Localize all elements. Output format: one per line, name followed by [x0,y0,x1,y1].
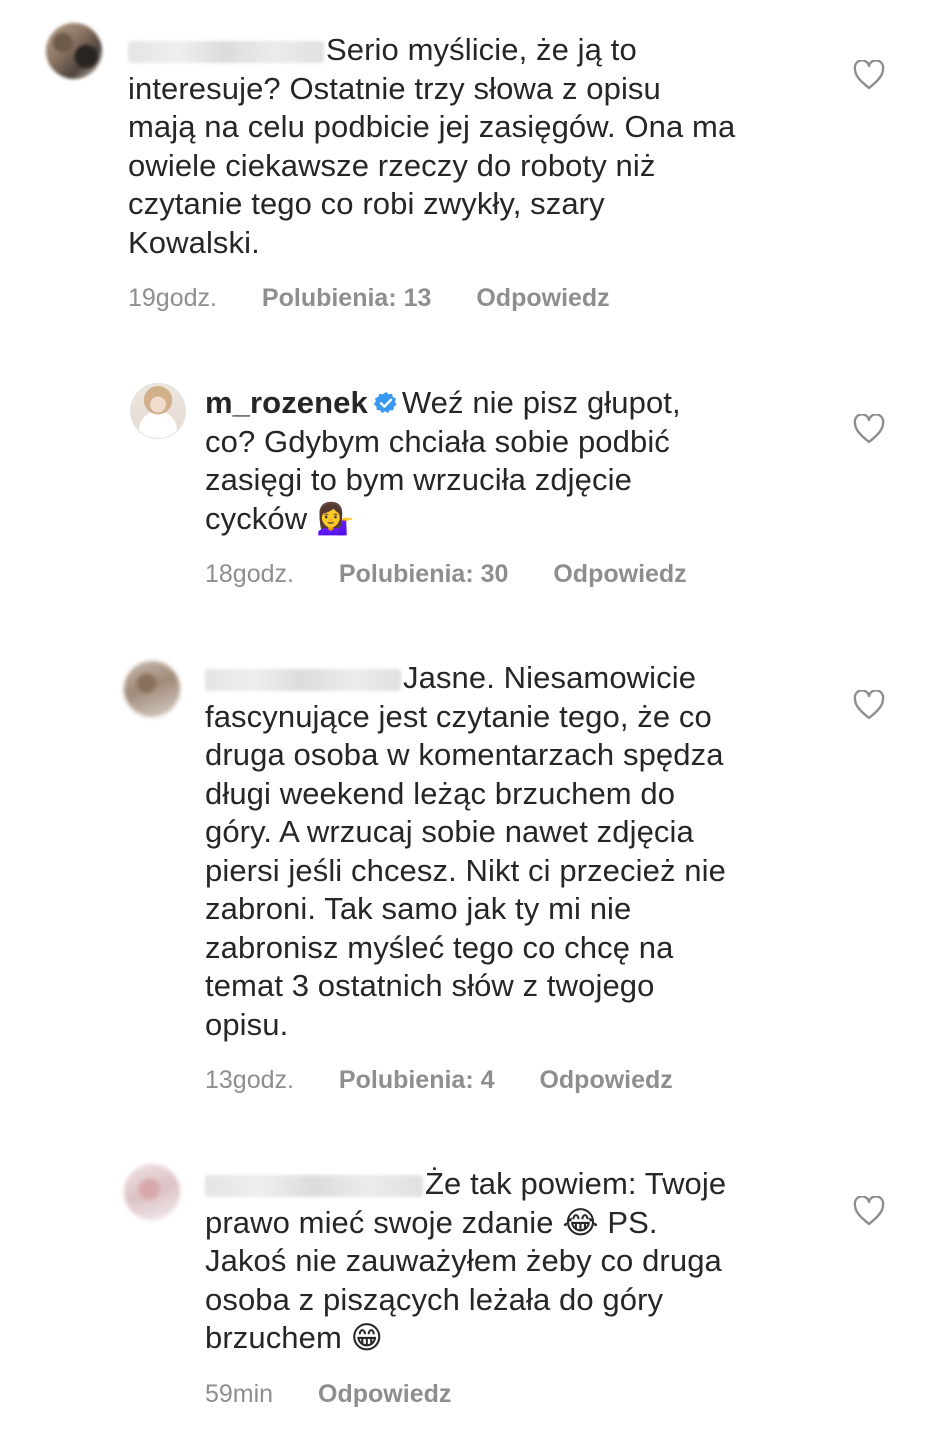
likes-count[interactable]: Polubienia: 13 [262,284,431,312]
comment-meta: 19godz. Polubienia: 13 Odpowiedz [128,284,648,313]
heart-icon[interactable] [853,1196,885,1226]
heart-icon[interactable] [853,414,885,444]
username[interactable]: m_rozenek [205,385,368,420]
comment-text: m_rozenek Weź nie pisz głupot, co? Gdybym… [205,385,681,536]
comment-text: Że tak powiem: Twoje prawo mieć swoje zd… [205,1166,727,1355]
comment-text: Serio myślicie, że ją to interesuje? Ost… [128,32,736,260]
comment-meta: 18godz. Polubienia: 30 Odpowiedz [205,560,725,589]
comment-text: Jasne. Niesamowicie fascynujące jest czy… [205,660,726,1042]
comment-time: 19godz. [128,284,217,312]
likes-count[interactable]: Polubienia: 4 [339,1066,495,1094]
avatar[interactable] [46,23,102,79]
reply-button[interactable]: Odpowiedz [553,560,686,588]
blurred-username[interactable] [205,668,401,691]
heart-icon[interactable] [853,60,885,90]
reply-button[interactable]: Odpowiedz [318,1380,451,1408]
comment-time: 18godz. [205,560,294,588]
comment-time: 13godz. [205,1066,294,1094]
heart-icon[interactable] [853,690,885,720]
blurred-username[interactable] [205,1174,423,1197]
comment-meta: 59min Odpowiedz [205,1380,489,1409]
reply-button[interactable]: Odpowiedz [539,1066,672,1094]
comment-meta: 13godz. Polubienia: 4 Odpowiedz [205,1066,711,1095]
avatar[interactable] [130,383,186,439]
comment-time: 59min [205,1380,274,1408]
blurred-username[interactable] [128,40,324,63]
verified-badge-icon [373,392,397,413]
likes-count[interactable]: Polubienia: 30 [339,560,508,588]
reply-button[interactable]: Odpowiedz [476,284,609,312]
avatar[interactable] [124,661,180,717]
avatar[interactable] [124,1164,180,1220]
